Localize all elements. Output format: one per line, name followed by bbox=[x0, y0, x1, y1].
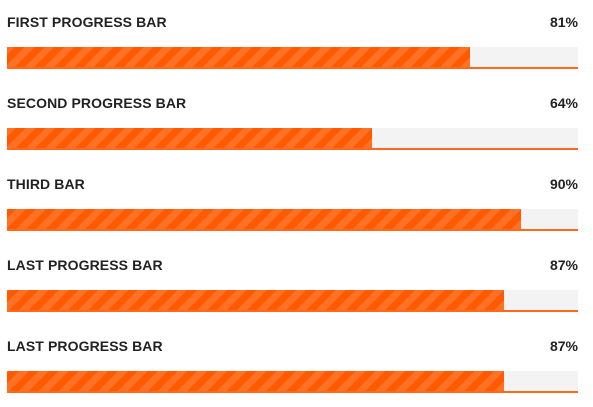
progress-bar-fill bbox=[7, 209, 521, 229]
progress-bar-percent: 90% bbox=[549, 176, 578, 192]
progress-bar-header: SECOND PROGRESS BAR 64% bbox=[7, 91, 578, 111]
progress-bar-label: LAST PROGRESS BAR bbox=[7, 257, 163, 273]
progress-bar-percent: 87% bbox=[549, 257, 578, 273]
progress-bar-label: SECOND PROGRESS BAR bbox=[7, 95, 187, 111]
progress-bar-fill bbox=[7, 371, 504, 391]
progress-bar-track bbox=[7, 47, 578, 69]
progress-bar-header: FIRST PROGRESS BAR 81% bbox=[7, 10, 578, 30]
progress-bar-header: THIRD BAR 90% bbox=[7, 172, 578, 192]
progress-bar-track bbox=[7, 128, 578, 150]
progress-bar-header: LAST PROGRESS BAR 87% bbox=[7, 253, 578, 273]
progress-bar-track bbox=[7, 209, 578, 231]
progress-bar-label: FIRST PROGRESS BAR bbox=[7, 14, 167, 30]
progress-bar-item: FIRST PROGRESS BAR 81% bbox=[7, 10, 578, 70]
progress-bar-fill bbox=[7, 128, 373, 148]
progress-bar-track bbox=[7, 371, 578, 393]
progress-bar-label: LAST PROGRESS BAR bbox=[7, 338, 163, 354]
progress-bar-percent: 81% bbox=[549, 14, 578, 30]
progress-bar-label: THIRD BAR bbox=[7, 176, 85, 192]
progress-bar-item: LAST PROGRESS BAR 87% bbox=[7, 334, 578, 394]
progress-bar-item: THIRD BAR 90% bbox=[7, 172, 578, 232]
progress-bar-header: LAST PROGRESS BAR 87% bbox=[7, 334, 578, 354]
progress-bar-fill bbox=[7, 47, 470, 67]
progress-bar-item: SECOND PROGRESS BAR 64% bbox=[7, 91, 578, 151]
progress-bar-track bbox=[7, 290, 578, 312]
progress-bar-item: LAST PROGRESS BAR 87% bbox=[7, 253, 578, 313]
progress-bar-percent: 64% bbox=[549, 95, 578, 111]
progress-bar-percent: 87% bbox=[549, 338, 578, 354]
progress-bar-fill bbox=[7, 290, 504, 310]
